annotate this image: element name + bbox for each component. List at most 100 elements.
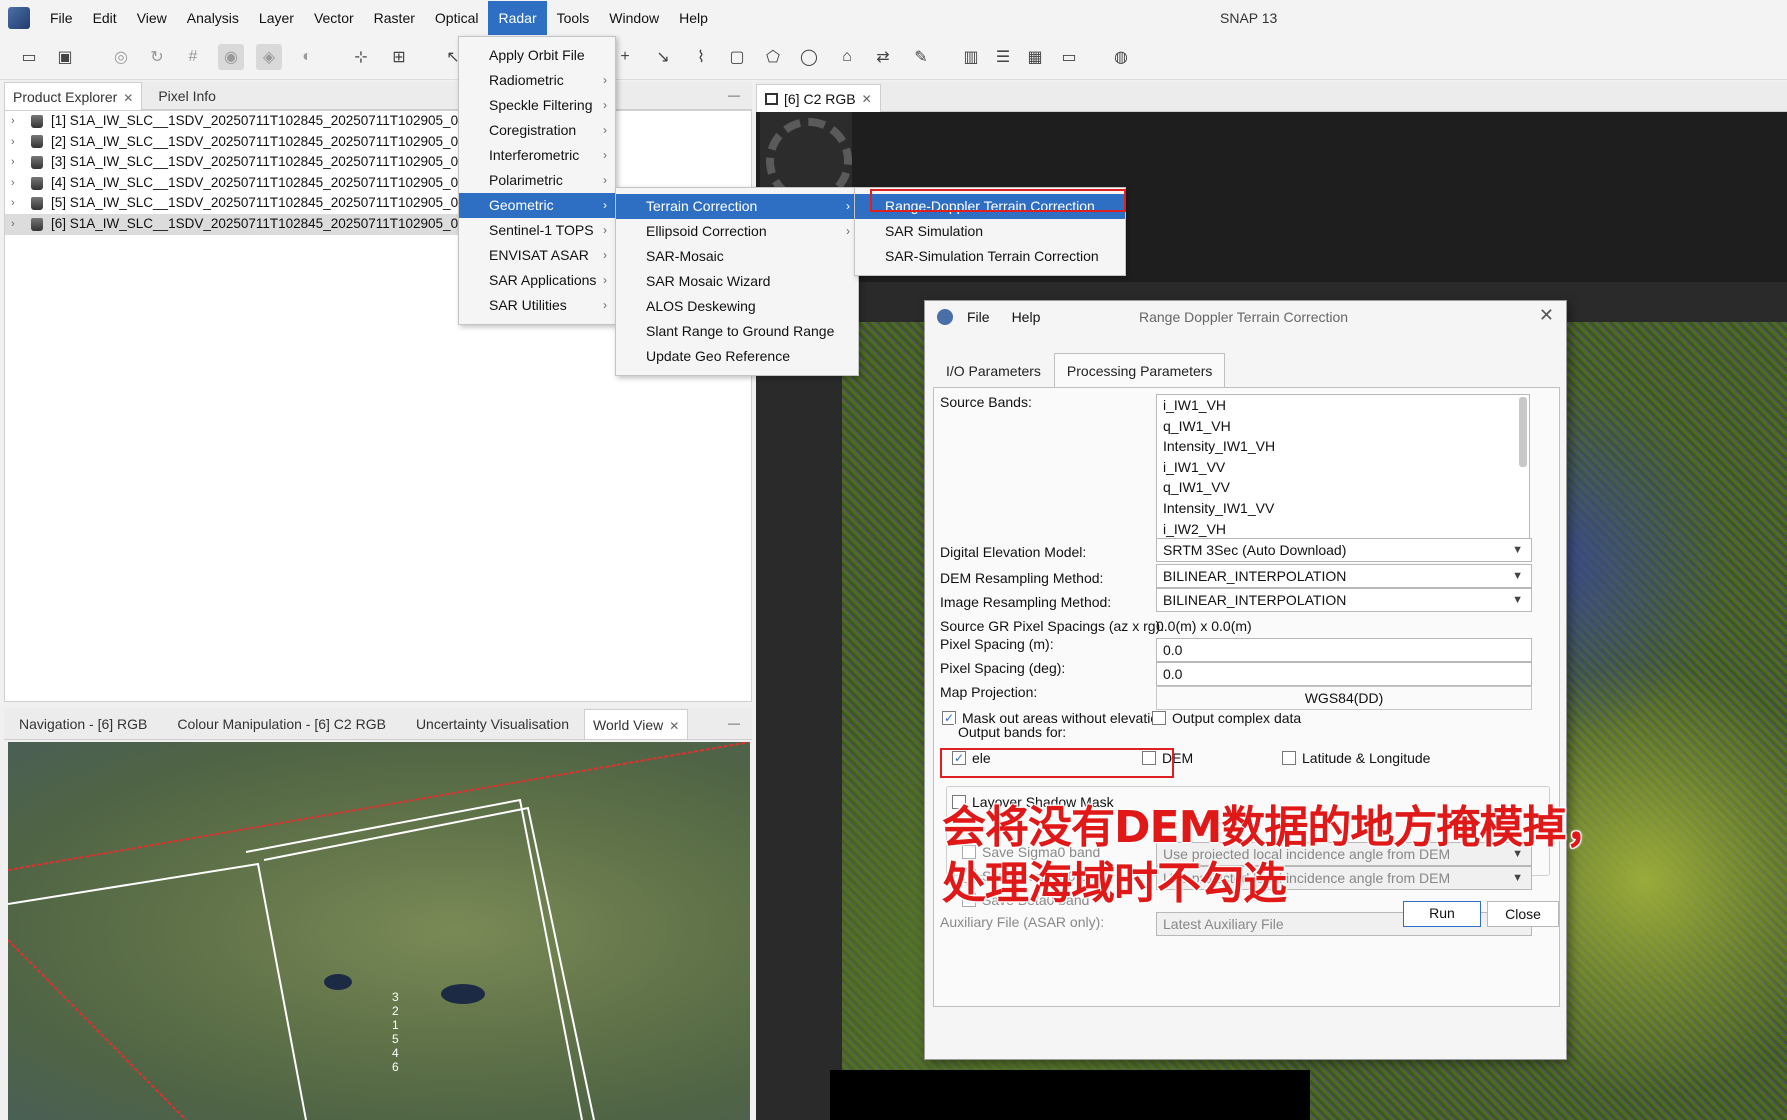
graph-builder-icon[interactable]: ⊹ (348, 44, 374, 70)
menu-tools[interactable]: Tools (547, 1, 600, 35)
band-item[interactable]: Intensity_IW1_VV (1157, 498, 1529, 519)
scrollbar[interactable] (1519, 397, 1527, 467)
menu-view[interactable]: View (127, 1, 177, 35)
map-projection-button[interactable]: WGS84(DD) (1156, 686, 1532, 710)
dialog-menu-file[interactable]: File (967, 309, 990, 325)
menu-item-polarimetric[interactable]: Polarimetric › (459, 168, 615, 193)
time-series-icon[interactable]: ◍ (1108, 44, 1134, 70)
menu-file[interactable]: File (40, 1, 83, 35)
ellipse-tool-icon[interactable]: ◯ (796, 44, 822, 70)
tab-product-explorer[interactable]: Product Explorer ✕ (4, 82, 143, 110)
chevron-right-icon[interactable]: › (11, 132, 25, 153)
menu-radar[interactable]: Radar (488, 1, 547, 35)
tile-horizontal-icon[interactable]: ☰ (990, 44, 1016, 70)
tab-io-parameters[interactable]: I/O Parameters (933, 353, 1054, 387)
graticule-icon[interactable]: # (180, 44, 206, 70)
menu-item-sentinel-1-tops[interactable]: Sentinel-1 TOPS › (459, 218, 615, 243)
pixel-spacing-deg-input[interactable]: 0.0 (1156, 662, 1532, 686)
tab-world-view[interactable]: World View ✕ (583, 709, 689, 739)
tile-grid-icon[interactable]: ▦ (1022, 44, 1048, 70)
band-item[interactable]: i_IW2_VH (1157, 519, 1529, 540)
menu-item-radiometric[interactable]: Radiometric › (459, 68, 615, 93)
menu-item-interferometric[interactable]: Interferometric › (459, 143, 615, 168)
menu-item-sar-applications[interactable]: SAR Applications › (459, 268, 615, 293)
line-tool-icon[interactable]: ↘ (650, 44, 676, 70)
latlon-checkbox[interactable]: Latitude & Longitude (1282, 750, 1430, 766)
pan-tool-icon[interactable]: ◉ (218, 44, 244, 70)
menu-item-ellipsoid-correction[interactable]: Ellipsoid Correction › (616, 219, 858, 244)
menu-item-update-geo-reference[interactable]: Update Geo Reference (616, 344, 858, 369)
dem-resampling-select[interactable]: BILINEAR_INTERPOLATION ▼ (1156, 564, 1532, 588)
menu-item-terrain-correction[interactable]: Terrain Correction › (616, 194, 858, 219)
close-icon[interactable]: ✕ (123, 91, 133, 105)
menu-help[interactable]: Help (669, 1, 718, 35)
dem-select[interactable]: SRTM 3Sec (Auto Download) ▼ (1156, 538, 1532, 562)
product-item[interactable]: › [3] S1A_IW_SLC__1SDV_20250711T102845_20… (5, 152, 751, 173)
band-item[interactable]: Intensity_IW1_VH (1157, 436, 1529, 457)
chevron-right-icon[interactable]: › (11, 193, 25, 214)
chevron-right-icon[interactable]: › (11, 152, 25, 173)
minimize-icon[interactable]: — (728, 88, 740, 102)
output-complex-checkbox[interactable]: Output complex data (1152, 710, 1301, 726)
menu-edit[interactable]: Edit (83, 1, 127, 35)
menu-raster[interactable]: Raster (364, 1, 425, 35)
open-product-icon[interactable]: ▭ (16, 44, 42, 70)
gcp-tool-icon[interactable]: ◈ (256, 44, 282, 70)
tab-uncertainty-visualisation[interactable]: Uncertainty Visualisation (401, 709, 584, 739)
menu-item-speckle-filtering[interactable]: Speckle Filtering › (459, 93, 615, 118)
menu-window[interactable]: Window (599, 1, 669, 35)
tab-c2-rgb[interactable]: [6] C2 RGB ✕ (756, 84, 881, 112)
close-icon[interactable]: ✕ (669, 719, 679, 733)
menu-item-sar-mosaic[interactable]: SAR-Mosaic (616, 244, 858, 269)
menu-item-coregistration[interactable]: Coregistration › (459, 118, 615, 143)
menu-item-geometric[interactable]: Geometric › (459, 193, 615, 218)
world-view[interactable]: 3 2 1 5 4 6 (8, 742, 750, 1120)
rectangle-tool-icon[interactable]: ▢ (724, 44, 750, 70)
band-item[interactable]: i_IW1_VH (1157, 395, 1529, 416)
menu-item-sar-mosaic-wizard[interactable]: SAR Mosaic Wizard (616, 269, 858, 294)
chevron-right-icon[interactable]: › (11, 111, 25, 132)
menu-vector[interactable]: Vector (304, 1, 364, 35)
range-finder-icon[interactable]: ⇄ (870, 44, 896, 70)
menu-item-slant-range-to-ground-range[interactable]: Slant Range to Ground Range (616, 319, 858, 344)
export-icon[interactable]: ↻ (144, 44, 170, 70)
tab-colour-manipulation-6-c2-rgb[interactable]: Colour Manipulation - [6] C2 RGB (162, 709, 401, 739)
close-icon[interactable]: ✕ (1539, 305, 1554, 326)
menu-item-label: SAR Applications (489, 272, 597, 288)
polygon-tool-icon[interactable]: ⬠ (760, 44, 786, 70)
band-item[interactable]: q_IW1_VH (1157, 416, 1529, 437)
dialog-menu-help[interactable]: Help (1012, 309, 1041, 325)
pin-tool-icon[interactable]: ◎ (108, 44, 134, 70)
menu-item-sar-simulation[interactable]: SAR Simulation (855, 219, 1125, 244)
tile-single-icon[interactable]: ▭ (1056, 44, 1082, 70)
product-item[interactable]: › [1] S1A_IW_SLC__1SDV_20250711T102845_20… (5, 111, 751, 132)
batch-processing-icon[interactable]: ⊞ (386, 44, 412, 70)
menu-item-envisat-asar[interactable]: ENVISAT ASAR › (459, 243, 615, 268)
band-item[interactable]: i_IW1_VV (1157, 457, 1529, 478)
save-product-icon[interactable]: ▣ (52, 44, 78, 70)
tile-evenly-icon[interactable]: ▥ (958, 44, 984, 70)
globe-icon[interactable]: ◐ (294, 44, 320, 70)
tab-processing-parameters[interactable]: Processing Parameters (1053, 353, 1226, 387)
polyline-tool-icon[interactable]: ⌇ (688, 44, 714, 70)
menu-item-sar-utilities[interactable]: SAR Utilities › (459, 293, 615, 318)
chevron-right-icon[interactable]: › (11, 214, 25, 235)
product-item[interactable]: › [2] S1A_IW_SLC__1SDV_20250711T102845_20… (5, 132, 751, 153)
menu-layer[interactable]: Layer (249, 1, 304, 35)
pixel-spacing-m-input[interactable]: 0.0 (1156, 638, 1532, 662)
tab-pixel-info[interactable]: Pixel Info (142, 82, 224, 110)
close-icon[interactable]: ✕ (862, 85, 872, 113)
menu-analysis[interactable]: Analysis (177, 1, 249, 35)
chevron-right-icon[interactable]: › (11, 173, 25, 194)
source-bands-list[interactable]: i_IW1_VH q_IW1_VH Intensity_IW1_VH i_IW1_VV… (1156, 394, 1530, 560)
menu-item-apply-orbit-file[interactable]: Apply Orbit File (459, 43, 615, 68)
band-item[interactable]: q_IW1_VV (1157, 477, 1529, 498)
magic-wand-icon[interactable]: ⌂ (834, 44, 860, 70)
tab-navigation-6-rgb[interactable]: Navigation - [6] RGB (4, 709, 162, 739)
menu-optical[interactable]: Optical (425, 1, 489, 35)
minimize-icon[interactable]: — (728, 716, 740, 730)
img-resampling-select[interactable]: BILINEAR_INTERPOLATION ▼ (1156, 588, 1532, 612)
pencil-icon[interactable]: ✎ (908, 44, 934, 70)
menu-item-sar-simulation-terrain-correction[interactable]: SAR-Simulation Terrain Correction (855, 244, 1125, 269)
menu-item-alos-deskewing[interactable]: ALOS Deskewing (616, 294, 858, 319)
